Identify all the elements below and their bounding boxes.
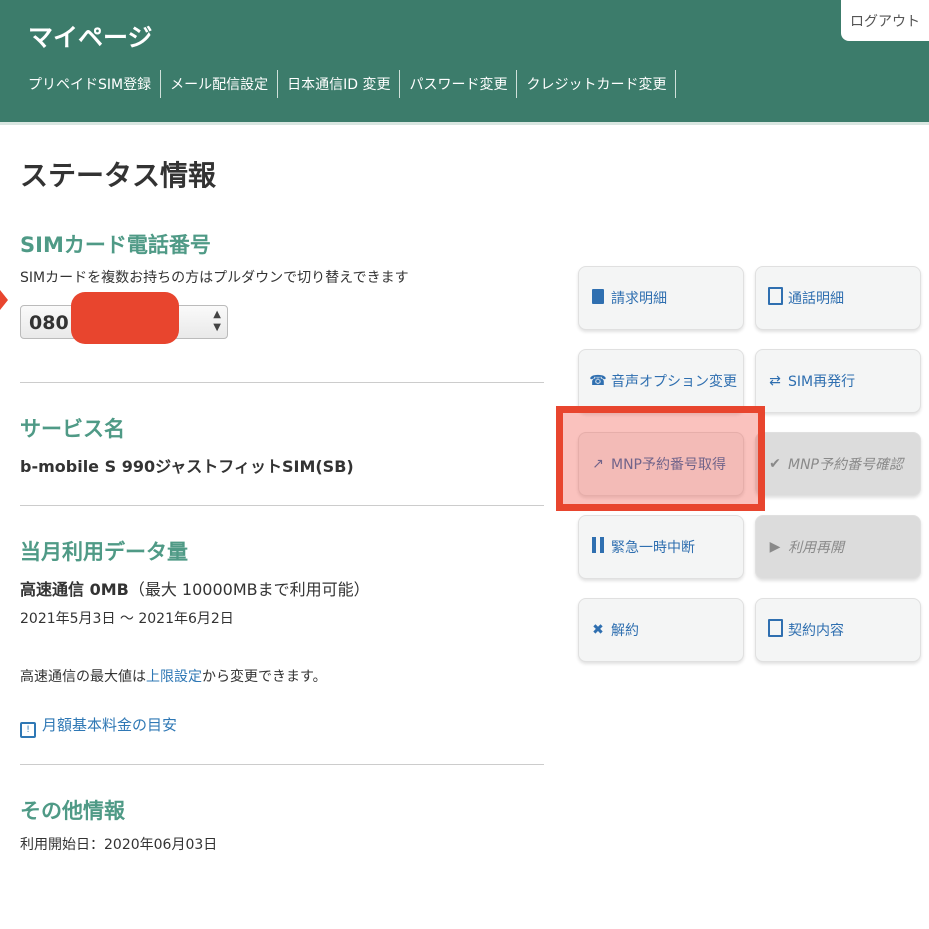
service-heading: サービス名	[20, 413, 125, 443]
button-label: 契約内容	[788, 620, 844, 640]
check-icon: ✔	[766, 456, 784, 472]
emergency-suspend-button[interactable]: 緊急一時中断	[578, 515, 744, 579]
logout-button[interactable]: ログアウト	[841, 0, 929, 41]
limit-text-after: から変更できます。	[202, 669, 327, 685]
data-usage-heading: 当月利用データ量	[20, 536, 188, 566]
divider	[20, 505, 544, 506]
document-icon	[589, 289, 607, 308]
sim-description: SIMカードを複数お持ちの方はプルダウンで切り替えできます	[20, 267, 409, 287]
button-label: 緊急一時中断	[611, 537, 695, 557]
select-arrows-icon: ▲▼	[213, 308, 221, 334]
header: マイページ プリペイドSIM登録 メール配信設定 日本通信ID 変更 パスワード…	[0, 0, 929, 125]
limit-setting-link[interactable]: 上限設定	[146, 669, 202, 685]
data-usage-amount: 高速通信 0MB	[20, 580, 129, 599]
page-title: ステータス情報	[20, 154, 216, 194]
cancel-contract-button[interactable]: ✖ 解約	[578, 598, 744, 662]
fee-guide-link[interactable]: 月額基本料金の目安	[42, 716, 177, 734]
button-label: MNP予約番号確認	[788, 454, 903, 474]
pause-icon	[589, 537, 607, 557]
button-label: SIM再発行	[788, 371, 855, 391]
play-icon: ▶	[766, 539, 784, 555]
data-usage-summary: 高速通信 0MB（最大 10000MBまで利用可能）	[20, 576, 370, 600]
voice-option-button[interactable]: ☎ 音声オプション変更	[578, 349, 744, 413]
button-label: 音声オプション変更	[611, 371, 737, 391]
button-label: 利用再開	[788, 537, 844, 557]
swap-icon: ⇄	[766, 373, 784, 389]
document-outline-icon	[766, 619, 784, 641]
nav-item-password-change[interactable]: パスワード変更	[400, 70, 517, 98]
sim-reissue-button[interactable]: ⇄ SIM再発行	[755, 349, 921, 413]
other-info-heading: その他情報	[20, 795, 125, 825]
phone-icon: ☎	[589, 373, 607, 389]
limit-text-before: 高速通信の最大値は	[20, 669, 146, 685]
nav-item-mail-settings[interactable]: メール配信設定	[161, 70, 278, 98]
service-name: b-mobile S 990ジャストフィットSIM(SB)	[20, 453, 354, 477]
redaction-mark	[71, 292, 179, 344]
page-header-title: マイページ	[28, 18, 153, 54]
divider	[20, 382, 544, 383]
cross-icon: ✖	[589, 622, 607, 638]
call-details-button[interactable]: 通話明細	[755, 266, 921, 330]
nav-item-id-change[interactable]: 日本通信ID 変更	[278, 70, 400, 98]
billing-details-button[interactable]: 請求明細	[578, 266, 744, 330]
info-icon: !	[20, 722, 36, 738]
start-date: 利用開始日：2020年06月03日	[20, 834, 217, 854]
button-label: 通話明細	[788, 288, 844, 308]
fee-guide-link-row[interactable]: ! 月額基本料金の目安	[20, 714, 177, 738]
annotation-arrow	[0, 290, 8, 310]
divider	[20, 764, 544, 765]
mnp-number-check-button[interactable]: ✔ MNP予約番号確認	[755, 432, 921, 496]
button-label: 請求明細	[611, 288, 667, 308]
limit-setting-text: 高速通信の最大値は上限設定から変更できます。	[20, 666, 327, 686]
button-label: 解約	[611, 620, 639, 640]
contract-details-button[interactable]: 契約内容	[755, 598, 921, 662]
annotation-highlight-box	[556, 406, 765, 511]
resume-service-button[interactable]: ▶ 利用再開	[755, 515, 921, 579]
document-outline-icon	[766, 287, 784, 309]
data-usage-period: 2021年5月3日 〜 2021年6月2日	[20, 608, 234, 628]
sim-heading: SIMカード電話番号	[20, 229, 211, 259]
header-nav: プリペイドSIM登録 メール配信設定 日本通信ID 変更 パスワード変更 クレジ…	[28, 70, 676, 98]
data-usage-max: （最大 10000MBまで利用可能）	[129, 580, 370, 599]
sim-number-value: 080	[29, 312, 69, 334]
nav-item-credit-card-change[interactable]: クレジットカード変更	[517, 70, 676, 98]
nav-item-prepaid-sim[interactable]: プリペイドSIM登録	[28, 70, 161, 98]
